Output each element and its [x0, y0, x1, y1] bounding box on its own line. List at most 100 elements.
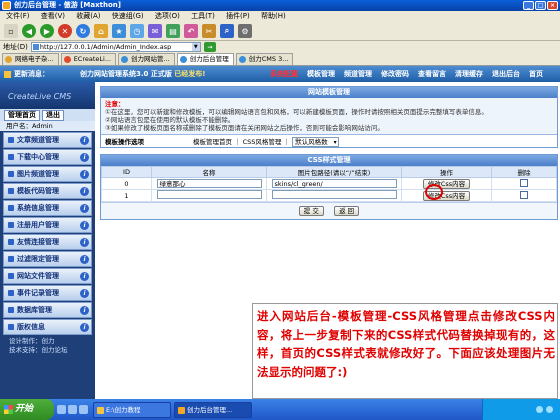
start-button[interactable]: 开始: [0, 399, 54, 420]
menu-plugins[interactable]: 插件(P): [226, 12, 250, 20]
page-content: 更新消息： 创力网站管理系统3.0 正式版 已经发布! 系统配置 模板管理 频道…: [0, 66, 560, 399]
info-icon[interactable]: i: [80, 153, 89, 162]
submit-button[interactable]: 提 交: [298, 206, 324, 216]
menu-quick-group[interactable]: 快速组(G): [112, 12, 144, 20]
back-button[interactable]: 返 回: [334, 206, 360, 216]
settings-icon[interactable]: ⚙: [238, 24, 252, 38]
tab-magazine[interactable]: 网络电子杂...: [2, 53, 59, 65]
info-icon[interactable]: i: [80, 187, 89, 196]
name-input[interactable]: [156, 190, 262, 199]
info-icon[interactable]: i: [80, 136, 89, 145]
nav-home[interactable]: 首页: [529, 66, 543, 82]
nav-logout[interactable]: 退出后台: [492, 66, 520, 82]
nav-channel[interactable]: 频道管理: [344, 66, 372, 82]
go-icon[interactable]: →: [203, 42, 216, 52]
tray-icon[interactable]: [546, 406, 553, 413]
favorites-icon[interactable]: ★: [112, 24, 126, 38]
search-icon[interactable]: ⌕: [220, 24, 234, 38]
tab-icon: [121, 56, 129, 63]
bullet-icon: [8, 222, 14, 228]
sidebar-item-copyright[interactable]: 版权信息 i: [3, 319, 92, 335]
info-icon[interactable]: i: [80, 289, 89, 298]
menu-options[interactable]: 选项(O): [155, 12, 180, 20]
style-select[interactable]: 默认风格数: [292, 136, 339, 147]
sidebar-item-articles[interactable]: 文章频道管理 i: [3, 132, 92, 148]
info-icon[interactable]: i: [80, 272, 89, 281]
sidebar-tab-home[interactable]: 管理首页: [4, 109, 40, 121]
template-links-text[interactable]: 模板管理首页 ｜ CSS风格管理 ｜: [193, 138, 290, 146]
tray-icon[interactable]: [536, 406, 543, 413]
tab-icon: [63, 56, 71, 63]
mail-icon[interactable]: ✉: [148, 24, 162, 38]
sidebar-item-template-code[interactable]: 模板代码管理 i: [3, 183, 92, 199]
tab-site-manage[interactable]: 创力网站管...: [118, 53, 175, 65]
info-icon[interactable]: i: [80, 238, 89, 247]
tab-createlive[interactable]: ECreateLi...: [60, 53, 117, 65]
menu-view[interactable]: 查看(V): [41, 12, 65, 20]
menu-help[interactable]: 帮助(H): [261, 12, 286, 20]
start-label: 开始: [15, 404, 34, 414]
cut-icon[interactable]: ✂: [202, 24, 216, 38]
sidebar-item-images[interactable]: 图片频道管理 i: [3, 166, 92, 182]
info-icon[interactable]: i: [80, 306, 89, 315]
sidebar-item-system-info[interactable]: 系统信息管理 i: [3, 200, 92, 216]
row-op-cell: 修改Css内容: [401, 177, 492, 190]
sidebar-item-users[interactable]: 注册用户管理 i: [3, 217, 92, 233]
sidebar-item-database[interactable]: 数据库管理 i: [3, 302, 92, 318]
nav-cache[interactable]: 清理缓存: [455, 66, 483, 82]
sidebar-item-filters[interactable]: 过滤限定管理 i: [3, 251, 92, 267]
new-page-icon[interactable]: ▫: [4, 24, 18, 38]
quicklaunch-icon[interactable]: [79, 405, 88, 414]
bullet-icon: [8, 205, 14, 211]
address-input[interactable]: http://127.0.0.1/Admin/Admin_Index.asp ▼: [30, 42, 201, 52]
delete-checkbox[interactable]: [520, 190, 528, 199]
nav-template[interactable]: 模板管理: [307, 66, 335, 82]
nav-password[interactable]: 修改密码: [381, 66, 409, 82]
forward-icon[interactable]: ▶: [40, 24, 54, 38]
template-options-label: 模板操作选项: [105, 138, 144, 146]
info-icon[interactable]: i: [80, 323, 89, 332]
chevron-down-icon[interactable]: ▼: [191, 43, 200, 51]
minimize-button[interactable]: _: [523, 1, 534, 10]
info-icon[interactable]: i: [80, 255, 89, 264]
sidebar-user: 用户名：Admin: [0, 121, 95, 131]
task-browser[interactable]: 创力后台管理...: [174, 401, 252, 418]
style-select-value: 默认风格数: [295, 137, 328, 146]
menu-favorites[interactable]: 收藏(A): [76, 12, 100, 20]
sidebar-item-files[interactable]: 网站文件管理 i: [3, 268, 92, 284]
tab-admin[interactable]: 创力后台管理: [176, 53, 234, 65]
sidebar-item-label: 事件记录管理: [17, 289, 59, 297]
tab-icon: [5, 56, 12, 63]
menu-tools[interactable]: 工具(T): [191, 12, 215, 20]
name-input[interactable]: 绿意那心: [156, 179, 262, 188]
menu-file[interactable]: 文件(F): [6, 12, 30, 20]
nav-messages[interactable]: 查看留言: [418, 66, 446, 82]
back-icon[interactable]: ◀: [22, 24, 36, 38]
sidebar-item-links[interactable]: 友情连接管理 i: [3, 234, 92, 250]
stop-icon[interactable]: ✕: [58, 24, 72, 38]
close-button[interactable]: ×: [547, 1, 558, 10]
undo-icon[interactable]: ↶: [184, 24, 198, 38]
sidebar-item-downloads[interactable]: 下载中心管理 i: [3, 149, 92, 165]
print-icon[interactable]: ▤: [166, 24, 180, 38]
path-input[interactable]: skins/cl_green/: [271, 179, 397, 188]
maximize-button[interactable]: □: [535, 1, 546, 10]
history-icon[interactable]: ◷: [130, 24, 144, 38]
refresh-icon[interactable]: ↻: [76, 24, 90, 38]
sidebar-item-events[interactable]: 事件记录管理 i: [3, 285, 92, 301]
nav-system-config[interactable]: 系统配置: [270, 66, 298, 82]
sidebar-item-label: 系统信息管理: [17, 204, 59, 212]
task-explorer[interactable]: E:\创力教程: [93, 401, 171, 418]
quicklaunch-icon[interactable]: [68, 405, 77, 414]
info-icon[interactable]: i: [80, 170, 89, 179]
quicklaunch-icon[interactable]: [57, 405, 66, 414]
info-icon[interactable]: i: [80, 204, 89, 213]
tab-cms[interactable]: 创力CMS 3...: [235, 53, 294, 65]
sidebar-tab-exit[interactable]: 退出: [42, 109, 64, 121]
bullet-icon: [8, 273, 14, 279]
info-icon[interactable]: i: [80, 221, 89, 230]
path-input[interactable]: [271, 190, 397, 199]
delete-checkbox[interactable]: [520, 178, 528, 187]
home-icon[interactable]: ⌂: [94, 24, 108, 38]
windows-logo-icon: [4, 405, 13, 414]
